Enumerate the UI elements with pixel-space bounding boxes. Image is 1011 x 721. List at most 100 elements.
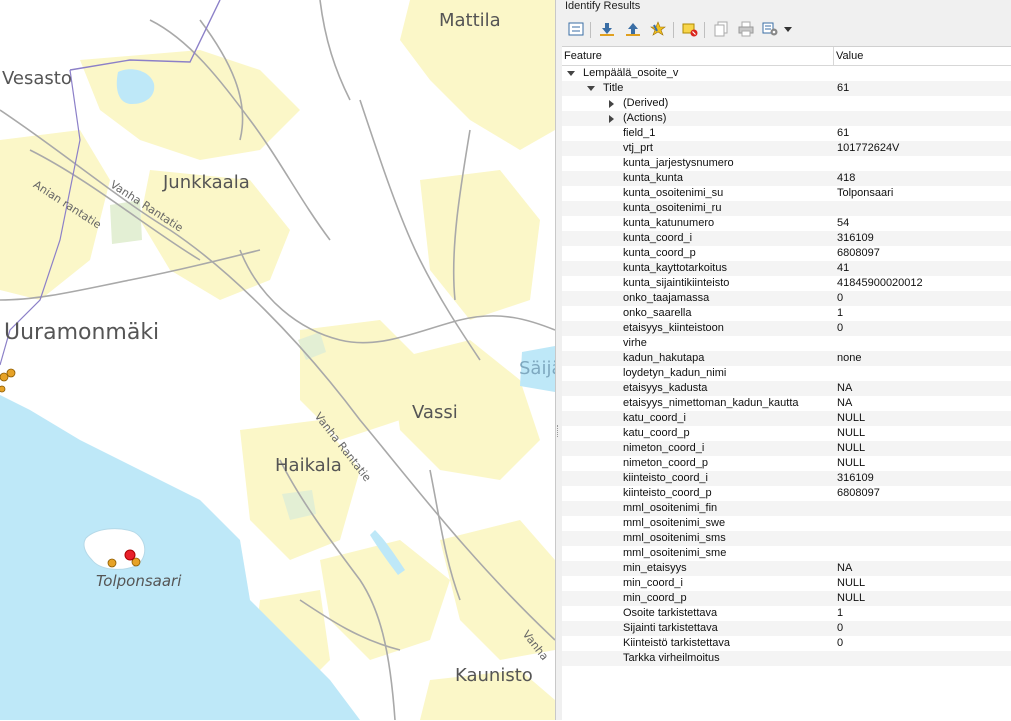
place-label-saija: Säijä [519, 358, 555, 379]
attribute-value: 61 [837, 127, 850, 139]
expand-arrow-icon[interactable] [609, 115, 614, 123]
expand-arrow-icon[interactable] [609, 100, 614, 108]
attribute-row[interactable]: mml_osoitenimi_fin [562, 501, 1011, 516]
attribute-value: NULL [837, 457, 866, 469]
attribute-name: virhe [623, 337, 647, 349]
attribute-name: min_coord_p [623, 592, 687, 604]
attribute-row[interactable]: loydetyn_kadun_nimi [562, 366, 1011, 381]
attribute-value: 1 [837, 607, 844, 619]
attribute-name: mml_osoitenimi_swe [623, 517, 726, 529]
attribute-value: 418 [837, 172, 856, 184]
clear-highlight-icon[interactable] [680, 19, 700, 39]
place-label-junkkaala: Junkkaala [163, 172, 250, 193]
attribute-row[interactable]: nimeton_coord_i NULL [562, 441, 1011, 456]
tree-header: Feature Value [562, 47, 1011, 66]
attribute-value: 41 [837, 262, 850, 274]
attribute-row[interactable]: vtj_prt 101772624V [562, 141, 1011, 156]
column-header-feature[interactable]: Feature [562, 47, 834, 65]
collapse-arrow-icon[interactable] [567, 71, 575, 76]
feature-title-row[interactable]: Title 61 [562, 81, 1011, 96]
attribute-row[interactable]: katu_coord_p NULL [562, 426, 1011, 441]
attribute-name: kunta_jarjestysnumero [623, 157, 734, 169]
attribute-row[interactable]: etaisyys_kiinteistoon 0 [562, 321, 1011, 336]
place-label-vesasto: Vesasto [2, 68, 72, 89]
settings-icon[interactable] [761, 19, 781, 39]
attribute-value: 6808097 [837, 247, 880, 259]
attribute-row[interactable]: kunta_coord_i 316109 [562, 231, 1011, 246]
attribute-name: kunta_coord_i [623, 232, 693, 244]
attribute-name: Osoite tarkistettava [623, 607, 718, 619]
map-canvas[interactable]: Vesasto Mattila Junkkaala Uuramonmäki Sä… [0, 0, 555, 720]
derived-row[interactable]: (Derived) [562, 96, 1011, 111]
attribute-row[interactable]: nimeton_coord_p NULL [562, 456, 1011, 471]
attribute-row[interactable]: Tarkka virheilmoitus [562, 651, 1011, 666]
expand-all-icon[interactable] [623, 19, 643, 39]
place-label-tolponsaari: Tolponsaari [96, 572, 182, 590]
attribute-name: nimeton_coord_i [623, 442, 705, 454]
attribute-row[interactable]: kunta_osoitenimi_su Tolponsaari [562, 186, 1011, 201]
attribute-value: NA [837, 382, 853, 394]
attribute-row[interactable]: etaisyys_nimettoman_kadun_kautta NA [562, 396, 1011, 411]
attribute-value: NULL [837, 442, 866, 454]
attribute-row[interactable]: mml_osoitenimi_swe [562, 516, 1011, 531]
place-label-vassi: Vassi [412, 402, 458, 423]
attribute-row[interactable]: min_coord_i NULL [562, 576, 1011, 591]
print-icon[interactable] [736, 19, 756, 39]
attribute-name: Sijainti tarkistettava [623, 622, 718, 634]
attribute-row[interactable]: kunta_katunumero 54 [562, 216, 1011, 231]
results-tree[interactable]: Feature Value Lempäälä_osoite_v Title 61… [562, 46, 1011, 721]
attribute-row[interactable]: mml_osoitenimi_sms [562, 531, 1011, 546]
attribute-row[interactable]: kunta_jarjestysnumero [562, 156, 1011, 171]
attribute-value: none [837, 352, 862, 364]
map-graphics [0, 0, 555, 720]
attribute-value: NULL [837, 577, 866, 589]
attribute-row[interactable]: Sijainti tarkistettava 0 [562, 621, 1011, 636]
attribute-value: 0 [837, 637, 844, 649]
attribute-row[interactable]: min_etaisyys NA [562, 561, 1011, 576]
expand-icon[interactable] [566, 19, 586, 39]
attribute-row[interactable]: kiinteisto_coord_p 6808097 [562, 486, 1011, 501]
attribute-row[interactable]: etaisyys_kadusta NA [562, 381, 1011, 396]
attribute-row[interactable]: Kiinteistö tarkistettava 0 [562, 636, 1011, 651]
layer-row[interactable]: Lempäälä_osoite_v [562, 66, 1011, 81]
panel-title: Identify Results [565, 0, 641, 12]
attribute-row[interactable]: mml_osoitenimi_sme [562, 546, 1011, 561]
attribute-row[interactable]: katu_coord_i NULL [562, 411, 1011, 426]
attribute-row[interactable]: onko_taajamassa 0 [562, 291, 1011, 306]
attribute-name: kiinteisto_coord_p [623, 487, 712, 499]
attribute-row[interactable]: onko_saarella 1 [562, 306, 1011, 321]
attribute-name: kiinteisto_coord_i [623, 472, 708, 484]
layer-name: Lempäälä_osoite_v [583, 67, 679, 79]
column-header-value[interactable]: Value [834, 47, 1011, 65]
attribute-value: 41845900020012 [837, 277, 923, 289]
attribute-row[interactable]: kunta_coord_p 6808097 [562, 246, 1011, 261]
attribute-row[interactable]: kunta_kayttotarkoitus 41 [562, 261, 1011, 276]
collapse-icon[interactable] [597, 19, 617, 39]
copy-icon[interactable] [711, 19, 731, 39]
attribute-row[interactable]: kunta_osoitenimi_ru [562, 201, 1011, 216]
place-label-haikala: Haikala [275, 455, 342, 476]
attribute-row[interactable]: kunta_kunta 418 [562, 171, 1011, 186]
attribute-row[interactable]: kadun_hakutapa none [562, 351, 1011, 366]
attribute-row[interactable]: min_coord_p NULL [562, 591, 1011, 606]
place-label-uuramonmaki: Uuramonmäki [4, 320, 160, 345]
attribute-name: vtj_prt [623, 142, 653, 154]
attribute-row[interactable]: field_1 61 [562, 126, 1011, 141]
attribute-value: 101772624V [837, 142, 900, 154]
attribute-name: min_etaisyys [623, 562, 687, 574]
attribute-row[interactable]: virhe [562, 336, 1011, 351]
attribute-rows: field_1 61 vtj_prt 101772624V kunta_jarjesty… [562, 126, 1011, 666]
dropdown-arrow-icon[interactable] [782, 19, 794, 39]
select-icon[interactable] [648, 19, 668, 39]
attribute-name: nimeton_coord_p [623, 457, 709, 469]
attribute-name: kunta_osoitenimi_su [623, 187, 724, 199]
attribute-value: NULL [837, 427, 866, 439]
actions-label: (Actions) [623, 112, 667, 124]
attribute-row[interactable]: kunta_sijaintikiinteisto 41845900020012 [562, 276, 1011, 291]
actions-row[interactable]: (Actions) [562, 111, 1011, 126]
attribute-value: NULL [837, 412, 866, 424]
attribute-row[interactable]: Osoite tarkistettava 1 [562, 606, 1011, 621]
attribute-name: mml_osoitenimi_sme [623, 547, 727, 559]
collapse-arrow-icon[interactable] [587, 86, 595, 91]
attribute-row[interactable]: kiinteisto_coord_i 316109 [562, 471, 1011, 486]
